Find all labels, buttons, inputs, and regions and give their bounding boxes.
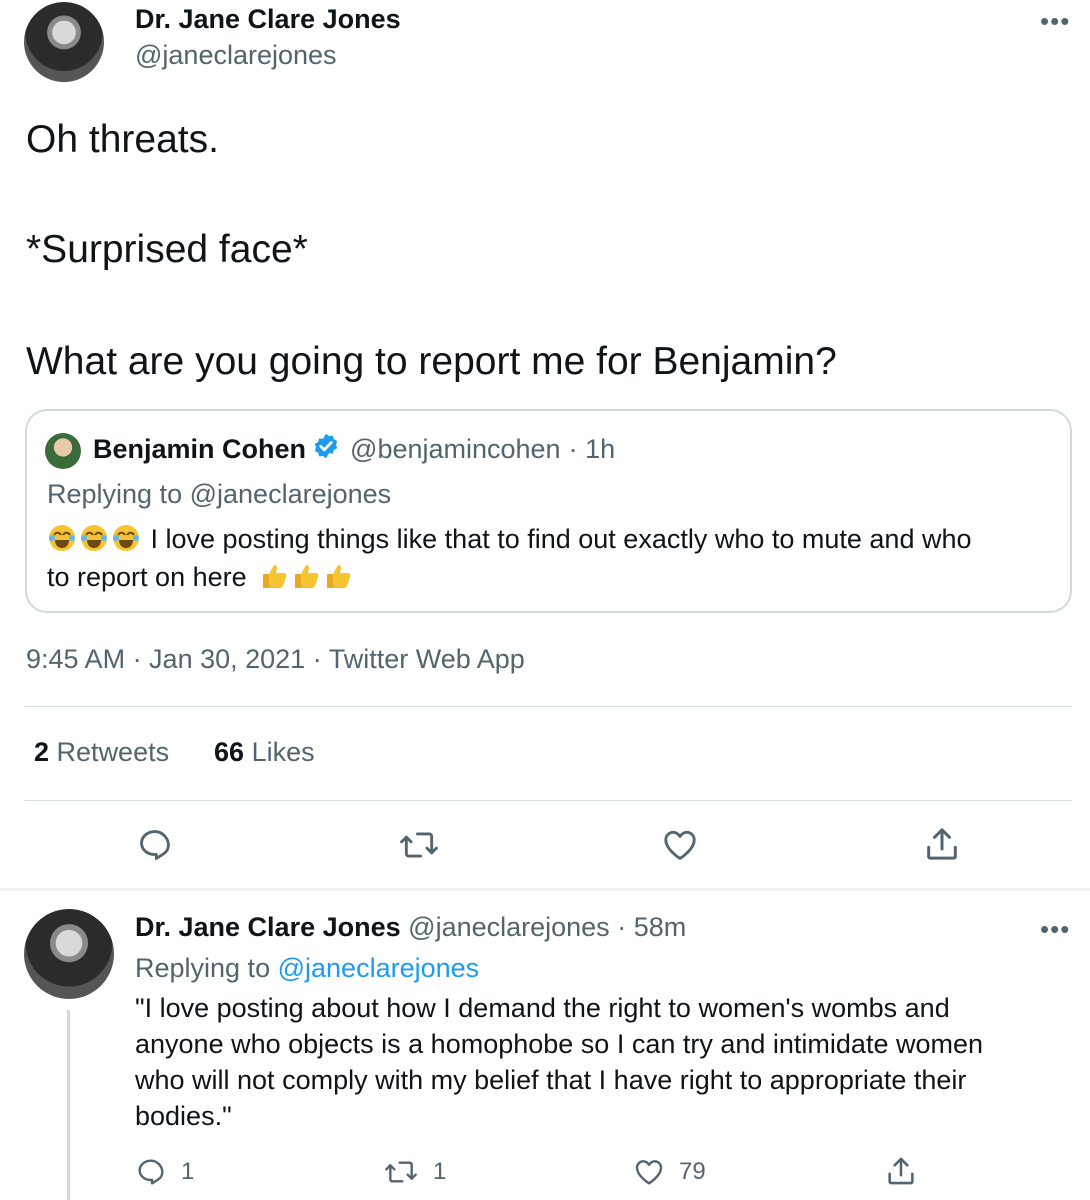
thread-line xyxy=(67,1010,70,1200)
reply-text-line-1: "I love posting about how I demand the r… xyxy=(135,993,950,1023)
reply-replying-prefix: Replying to xyxy=(135,953,271,983)
author-avatar[interactable] xyxy=(24,2,104,82)
quoted-time: · 1h xyxy=(568,434,616,464)
reply-icon xyxy=(140,830,170,860)
quoted-text-line-2: to report on here xyxy=(47,562,247,592)
tweet-text-line-1: Oh threats. xyxy=(26,118,219,161)
author-handle[interactable]: @janeclarejones xyxy=(135,40,337,71)
retweets-count: 2 xyxy=(34,737,50,767)
more-icon[interactable]: ••• xyxy=(1040,8,1070,34)
tweet-text-line-3: What are you going to report me for Benj… xyxy=(26,340,837,383)
retweets-label: Retweets xyxy=(56,737,170,767)
reply-more-icon[interactable]: ••• xyxy=(1040,916,1070,942)
reply-like-button[interactable]: 79 xyxy=(633,1156,706,1188)
divider xyxy=(24,706,1072,707)
quoted-replying-prefix: Replying to xyxy=(47,479,183,509)
reply-author-avatar[interactable] xyxy=(24,909,114,999)
verified-badge-icon xyxy=(312,432,340,467)
share-icon xyxy=(927,828,957,860)
thumbs-up-emoji-icon xyxy=(260,561,290,591)
author-name[interactable]: Dr. Jane Clare Jones xyxy=(135,4,401,35)
quoted-author-name: Benjamin Cohen xyxy=(93,434,307,464)
reply-count: 1 xyxy=(181,1158,195,1185)
joy-emoji-icon xyxy=(111,523,141,553)
reply-text-line-2: anyone who objects is a homophobe so I c… xyxy=(135,1029,983,1059)
retweet-button[interactable] xyxy=(398,826,440,869)
joy-emoji-icon xyxy=(79,523,109,553)
reply-author-name[interactable]: Dr. Jane Clare Jones xyxy=(135,912,401,942)
retweets-stat[interactable]: 2 Retweets xyxy=(34,737,169,768)
thumbs-up-emoji-icon xyxy=(324,561,354,591)
reply-text-line-3: who will not comply with my belief that … xyxy=(135,1065,967,1095)
quoted-author-avatar xyxy=(45,433,81,469)
reply-text-line-4: bodies." xyxy=(135,1101,232,1131)
reply-share-button[interactable] xyxy=(884,1154,918,1188)
joy-emoji-icon xyxy=(47,523,77,553)
reply-retweet-button[interactable]: 1 xyxy=(383,1156,446,1188)
section-separator xyxy=(0,888,1090,891)
quoted-replying-handle: @janeclarejones xyxy=(189,479,392,509)
retweet-count: 1 xyxy=(433,1158,447,1185)
reply-replying-handle[interactable]: @janeclarejones xyxy=(278,953,480,983)
divider xyxy=(24,800,1072,801)
retweet-icon xyxy=(400,832,438,858)
tweet-timestamp[interactable]: 9:45 AM · Jan 30, 2021 · Twitter Web App xyxy=(26,644,525,675)
quoted-author-handle: @benjamincohen xyxy=(350,434,561,464)
like-icon xyxy=(664,830,696,860)
reply-author-handle[interactable]: @janeclarejones xyxy=(408,912,610,942)
reply-time[interactable]: · 58m xyxy=(617,912,686,942)
quoted-text-line-1: I love posting things like that to find … xyxy=(150,524,972,554)
likes-count: 66 xyxy=(214,737,245,767)
reply-reply-button[interactable]: 1 xyxy=(135,1156,194,1188)
likes-label: Likes xyxy=(251,737,315,767)
like-button[interactable] xyxy=(661,826,699,869)
share-button[interactable] xyxy=(922,824,962,869)
like-count: 79 xyxy=(679,1158,706,1185)
likes-stat[interactable]: 66 Likes xyxy=(214,737,315,768)
tweet-text-line-2: *Surprised face* xyxy=(26,228,308,271)
reply-icon xyxy=(138,1159,164,1185)
like-icon xyxy=(635,1160,663,1185)
thumbs-up-emoji-icon xyxy=(292,561,322,591)
share-icon xyxy=(888,1157,914,1185)
quoted-tweet[interactable]: Benjamin Cohen @benjamincohen · 1h Reply… xyxy=(25,409,1072,613)
reply-button[interactable] xyxy=(136,826,174,869)
retweet-icon xyxy=(385,1161,417,1183)
